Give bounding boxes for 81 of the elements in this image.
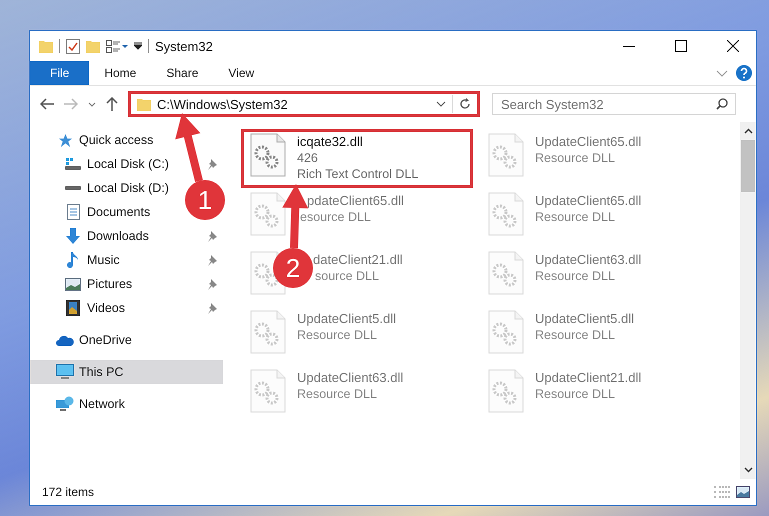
search-icon[interactable] xyxy=(716,98,728,110)
step-badge: 1 xyxy=(185,180,225,220)
nav-item[interactable]: Local Disk (C:) xyxy=(30,152,223,176)
file-name: UpdateClient21.dll xyxy=(535,369,642,386)
ribbon-tab[interactable]: View xyxy=(213,61,270,85)
file-item[interactable]: icqate32.dll 426 Rich Text Control DLL xyxy=(241,129,473,188)
file-name: UpdateClient65.dll xyxy=(535,192,642,209)
download-icon xyxy=(65,228,81,244)
pin-icon xyxy=(207,158,217,170)
customize-icon[interactable] xyxy=(134,42,142,50)
file-name: icqate32.dll xyxy=(297,133,364,150)
dropdown-icon[interactable] xyxy=(436,101,446,107)
picture-icon xyxy=(65,278,81,290)
file-name: UpdateClient5.dll xyxy=(535,310,634,327)
file-detail: Resource DLL xyxy=(297,327,378,343)
file-detail: Resource DLL xyxy=(535,150,616,166)
dropdown-icon[interactable] xyxy=(88,102,96,106)
chevron-icon[interactable] xyxy=(716,70,728,76)
pin-icon xyxy=(207,230,217,242)
file-detail: Rich Text Control DLL xyxy=(297,166,418,182)
file-tab[interactable]: File xyxy=(30,61,90,85)
scrollbar[interactable] xyxy=(740,122,756,479)
dll-file-icon[interactable] xyxy=(250,133,286,177)
film-icon xyxy=(66,300,80,316)
nav-item[interactable]: Pictures xyxy=(30,272,223,296)
properties-icon[interactable] xyxy=(66,38,80,54)
file-detail: esource DLL xyxy=(299,209,372,225)
arrow xyxy=(175,113,203,182)
scroll-down-icon[interactable] xyxy=(744,467,752,473)
nav-item[interactable]: This PC xyxy=(30,360,223,384)
folder-icon xyxy=(137,97,151,111)
ribbon-tab[interactable]: Share xyxy=(151,61,214,85)
file-detail: Resource DLL xyxy=(535,327,616,343)
nav-item[interactable]: Downloads xyxy=(30,224,223,248)
file-name: UpdateClient63.dll xyxy=(297,369,404,386)
ribbon-tab[interactable]: Home xyxy=(89,61,152,85)
close-icon xyxy=(727,40,739,52)
cloud-icon xyxy=(56,334,74,346)
file-detail: Resource DLL xyxy=(535,268,616,284)
window-title: System32 xyxy=(155,38,213,54)
file-detail: source DLL xyxy=(314,268,380,284)
nav-item[interactable]: Documents xyxy=(30,200,156,224)
step-badge: 2 xyxy=(273,248,313,288)
refresh-icon[interactable] xyxy=(459,98,471,110)
scroll-up-icon[interactable] xyxy=(744,128,752,134)
scroll-thumb[interactable] xyxy=(741,140,755,192)
document-icon xyxy=(66,204,80,220)
search-field[interactable]: Search System32 xyxy=(492,93,736,115)
pin-icon xyxy=(207,254,217,266)
star-icon xyxy=(58,132,72,148)
file-detail: Resource DLL xyxy=(535,386,616,402)
nav-item[interactable]: Quick access xyxy=(30,128,160,152)
music-note-icon xyxy=(67,252,79,268)
nav-item[interactable]: Music xyxy=(30,248,223,272)
drive-icon xyxy=(65,185,81,191)
nav-item[interactable]: Network xyxy=(30,392,131,416)
file-detail: Resource DLL xyxy=(297,386,378,402)
maximize-icon xyxy=(675,40,687,52)
view-options-icon[interactable] xyxy=(106,40,128,52)
back-icon[interactable] xyxy=(40,98,54,110)
monitor-icon xyxy=(56,364,74,380)
file-name: UpdateClient63.dll xyxy=(535,251,642,268)
file-detail: Resource DLL xyxy=(535,209,616,225)
nav-item[interactable]: Videos xyxy=(30,296,223,320)
up-arrow-icon[interactable] xyxy=(106,97,118,111)
address-bar[interactable]: C:\Windows\System32 xyxy=(128,91,480,117)
file-name: pdateClient65.dll xyxy=(306,192,404,209)
file-detail: 426 xyxy=(297,150,319,166)
pin-icon xyxy=(207,278,217,290)
details-view-icon[interactable] xyxy=(714,486,730,498)
help-icon[interactable] xyxy=(736,65,752,81)
drive-icon xyxy=(65,157,81,171)
item-count: 172 items xyxy=(42,485,94,499)
network-icon xyxy=(56,396,74,412)
large-icons-view-icon[interactable] xyxy=(736,486,750,498)
file-name: UpdateClient65.dll xyxy=(535,133,642,150)
file-name: dateClient21.dll xyxy=(312,251,403,268)
nav-item[interactable]: Local Disk (D:) xyxy=(30,176,175,200)
pin-icon xyxy=(207,302,217,314)
file-name: UpdateClient5.dll xyxy=(297,310,396,327)
nav-item[interactable]: OneDrive xyxy=(30,328,138,352)
